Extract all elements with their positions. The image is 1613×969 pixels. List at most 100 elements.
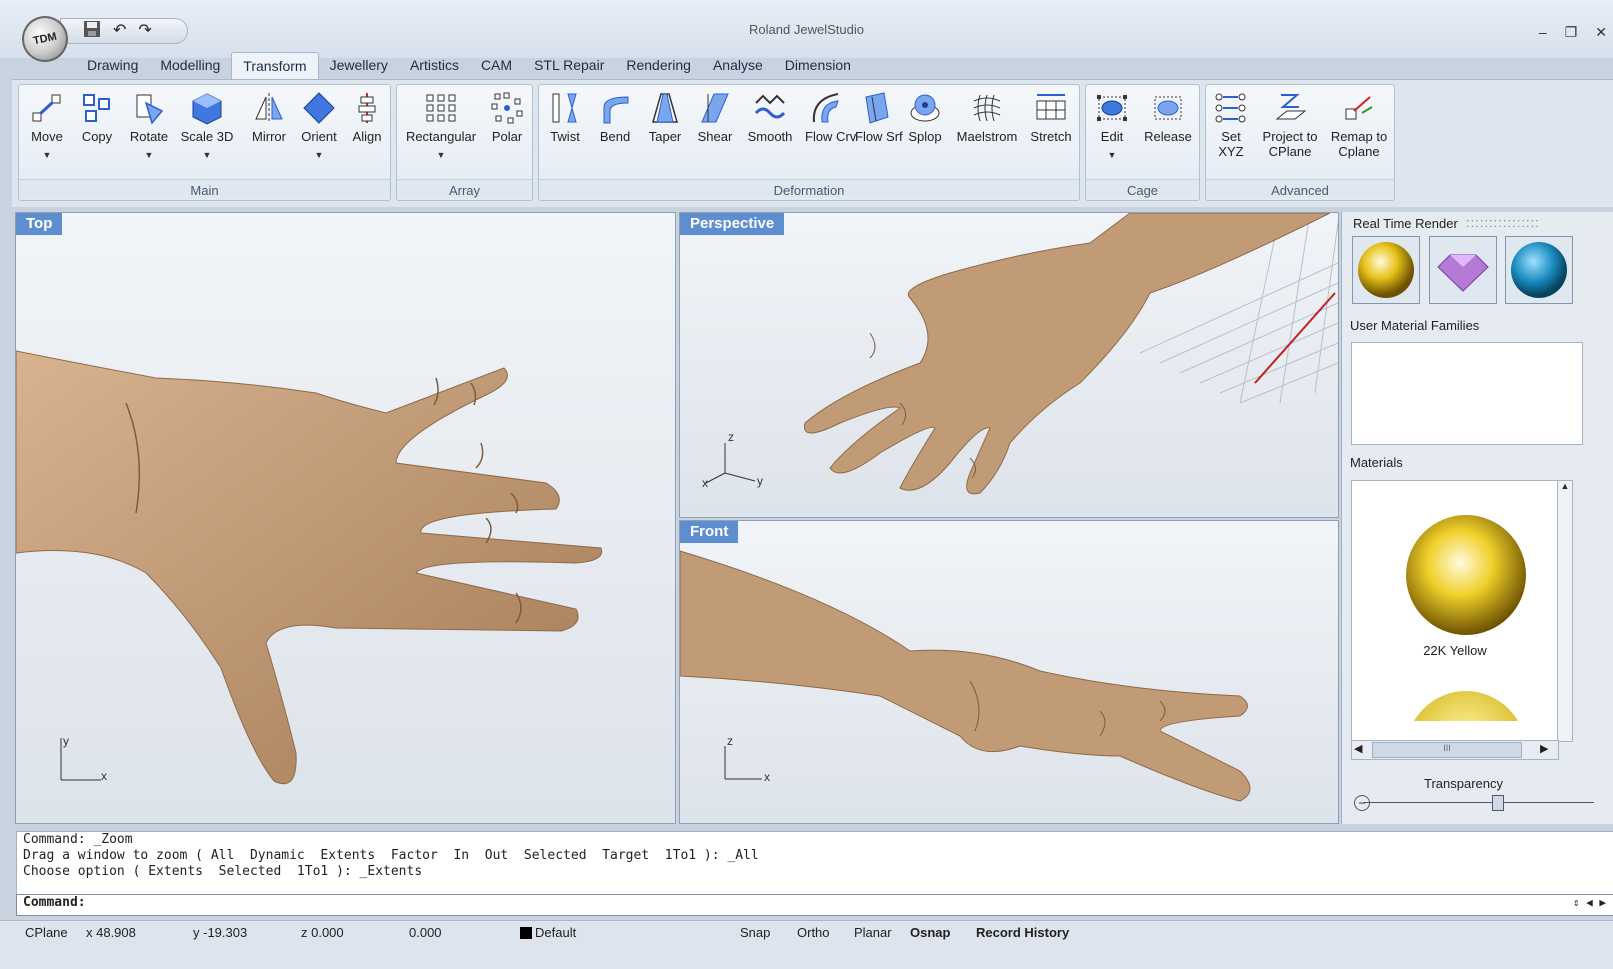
close-button[interactable]: ✕ (1595, 24, 1607, 41)
tab-dimension[interactable]: Dimension (774, 52, 862, 80)
copy-label: Copy (81, 129, 113, 144)
align-label: Align (352, 129, 382, 144)
chevron-down-icon[interactable]: ▼ (403, 150, 479, 160)
orient-label: Orient (301, 129, 337, 144)
rectangular-button[interactable]: Rectangular ▼ (403, 91, 479, 160)
viewport-perspective[interactable]: z x y Perspective (679, 212, 1339, 518)
materials-list[interactable]: 22K Yellow (1351, 480, 1559, 742)
group-cage: Edit ▼ Release Cage (1085, 84, 1200, 201)
transparency-slider[interactable]: − (1354, 795, 1604, 811)
tab-stl-repair[interactable]: STL Repair (523, 52, 615, 80)
materials-vertical-scrollbar[interactable]: ▲ (1557, 480, 1573, 742)
tab-transform[interactable]: Transform (231, 52, 319, 81)
chevron-down-icon[interactable]: ▼ (27, 150, 67, 160)
stretch-icon (1036, 94, 1066, 120)
taper-button[interactable]: Taper (645, 91, 685, 144)
mirror-button[interactable]: Mirror (247, 91, 291, 144)
shear-label: Shear (697, 129, 733, 144)
group-cage-label: Cage (1086, 179, 1199, 198)
group-array-label: Array (397, 179, 532, 198)
chevron-down-icon[interactable]: ▼ (179, 150, 235, 160)
flow-crv-button[interactable]: Flow Crv (805, 91, 856, 144)
material-thumb-blue[interactable] (1505, 236, 1573, 304)
move-button[interactable]: Move ▼ (27, 91, 67, 160)
scroll-right-icon[interactable]: ▶ (1540, 742, 1548, 755)
materials-horizontal-scrollbar[interactable]: ◀ III ▶ (1351, 740, 1559, 760)
flow-srf-button[interactable]: Flow Srf (855, 91, 903, 144)
planar-toggle[interactable]: Planar (854, 925, 892, 940)
viewport-front-title[interactable]: Front (680, 521, 739, 543)
group-deformation-label: Deformation (539, 179, 1079, 198)
release-button[interactable]: Release (1140, 91, 1196, 144)
viewport-top-title[interactable]: Top (16, 213, 63, 235)
polar-array-icon (491, 92, 523, 124)
axis-y-label: y (757, 474, 763, 488)
command-input[interactable]: Command: ⇕ ◀ ▶ (16, 894, 1613, 916)
flow-curve-icon (812, 93, 839, 123)
set-xyz-label: Set XYZ (1210, 129, 1252, 159)
tab-artistics[interactable]: Artistics (399, 52, 470, 80)
material-preview-gold (1406, 515, 1526, 721)
tab-jewellery[interactable]: Jewellery (319, 52, 399, 80)
viewport-front[interactable]: z x Front (679, 520, 1339, 824)
ribbon-tabs: Drawing Modelling Transform Jewellery Ar… (76, 52, 862, 81)
panel-grip-icon[interactable]: :::::::::::::::: (1466, 215, 1540, 230)
project-to-cplane-text: Project to CPlane (1262, 129, 1318, 159)
slider-track (1364, 802, 1594, 803)
ortho-toggle[interactable]: Ortho (797, 925, 830, 940)
restore-button[interactable]: ❐ (1565, 24, 1578, 41)
slider-thumb[interactable] (1492, 795, 1504, 811)
record-history-toggle[interactable]: Record History (976, 925, 1069, 940)
bend-button[interactable]: Bend (595, 91, 635, 144)
tab-cam[interactable]: CAM (470, 52, 523, 80)
stretch-button[interactable]: Stretch (1027, 91, 1075, 144)
material-thumb-gem[interactable] (1429, 236, 1497, 304)
layer-indicator[interactable]: Default (520, 925, 576, 940)
shear-button[interactable]: Shear (695, 91, 735, 144)
release-label: Release (1144, 129, 1192, 144)
twist-button[interactable]: Twist (545, 91, 585, 144)
smooth-icon (754, 94, 786, 119)
chevron-down-icon[interactable]: ▼ (1090, 150, 1134, 160)
rotate-button[interactable]: Rotate ▼ (127, 91, 171, 160)
tab-modelling[interactable]: Modelling (149, 52, 231, 80)
title-bar: ↶ ↷ TDM Roland JewelStudio – ❐ ✕ (0, 0, 1613, 67)
material-thumb-gold[interactable] (1352, 236, 1420, 304)
chevron-down-icon[interactable]: ▼ (127, 150, 171, 160)
scroll-up-icon[interactable]: ▲ (1558, 481, 1572, 491)
mirror-label: Mirror (252, 129, 286, 144)
command-nav-icons[interactable]: ⇕ ◀ ▶ (1573, 896, 1606, 909)
remap-to-cplane-button[interactable]: Remap to Cplane (1326, 91, 1392, 159)
command-history-line: Drag a window to zoom ( All Dynamic Exte… (23, 848, 759, 863)
osnap-toggle[interactable]: Osnap (910, 925, 950, 940)
viewport-top[interactable]: y x Top (15, 212, 676, 824)
blue-sphere-icon (1511, 242, 1567, 298)
edit-button[interactable]: Edit ▼ (1090, 91, 1134, 160)
copy-button[interactable]: Copy (77, 91, 117, 144)
tab-drawing[interactable]: Drawing (76, 52, 149, 80)
taper-icon (652, 93, 678, 123)
tab-analyse[interactable]: Analyse (702, 52, 774, 80)
set-xyz-button[interactable]: Set XYZ (1210, 91, 1252, 159)
user-material-families-list[interactable] (1351, 342, 1583, 445)
scroll-thumb[interactable]: III (1372, 742, 1522, 758)
grid-array-icon (426, 94, 456, 122)
orient-button[interactable]: Orient ▼ (297, 91, 341, 160)
scroll-left-icon[interactable]: ◀ (1354, 742, 1362, 755)
cplane-indicator[interactable]: CPlane (25, 925, 68, 940)
maelstrom-button[interactable]: Maelstrom (953, 91, 1021, 144)
viewport-perspective-title[interactable]: Perspective (680, 213, 785, 235)
chevron-down-icon[interactable]: ▼ (297, 150, 341, 160)
minus-icon[interactable]: − (1354, 795, 1370, 811)
material-name[interactable]: 22K Yellow (1352, 643, 1558, 658)
snap-toggle[interactable]: Snap (740, 925, 770, 940)
splop-button[interactable]: Splop (905, 91, 945, 144)
minimize-button[interactable]: – (1539, 24, 1547, 41)
smooth-button[interactable]: Smooth (745, 91, 795, 144)
polar-button[interactable]: Polar (487, 91, 527, 144)
scale-3d-button[interactable]: Scale 3D ▼ (179, 91, 235, 160)
panel-title: Real Time Render (1353, 216, 1458, 231)
align-button[interactable]: Align (349, 91, 385, 144)
tab-rendering[interactable]: Rendering (615, 52, 702, 80)
project-to-cplane-button[interactable]: Project to CPlane (1258, 91, 1322, 159)
